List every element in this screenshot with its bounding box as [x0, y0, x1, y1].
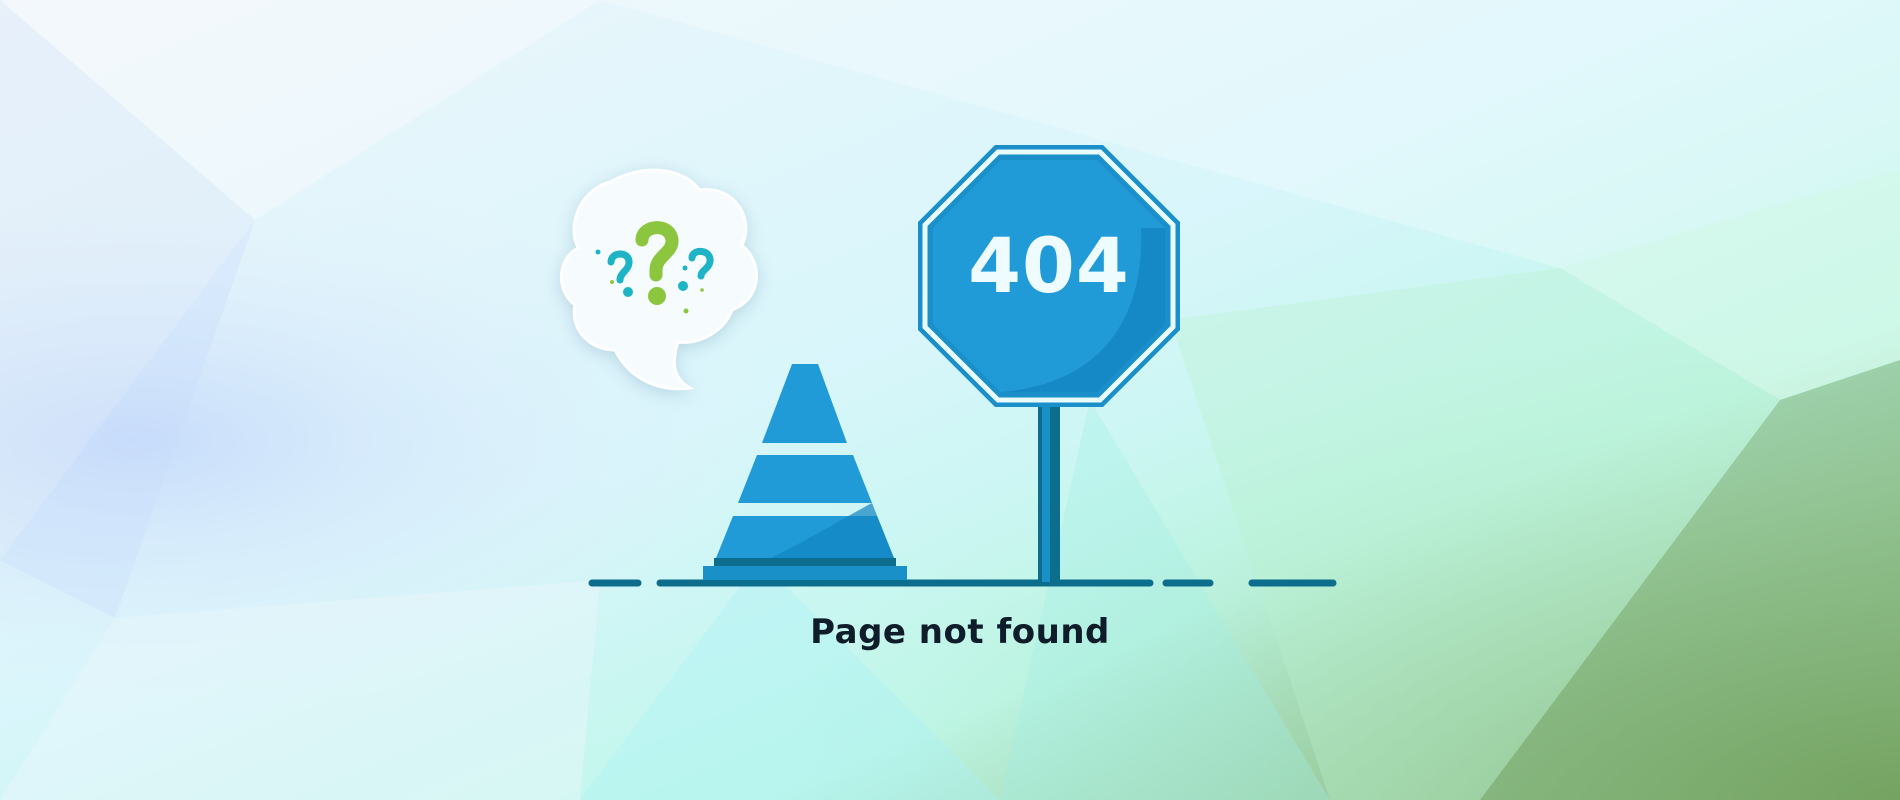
error-code-label: 404 — [968, 221, 1130, 310]
traffic-cone-icon — [703, 364, 907, 580]
thought-bubble-icon — [559, 168, 758, 391]
not-found-illustration — [559, 145, 1337, 587]
page-not-found-message: Page not found — [810, 612, 1110, 652]
